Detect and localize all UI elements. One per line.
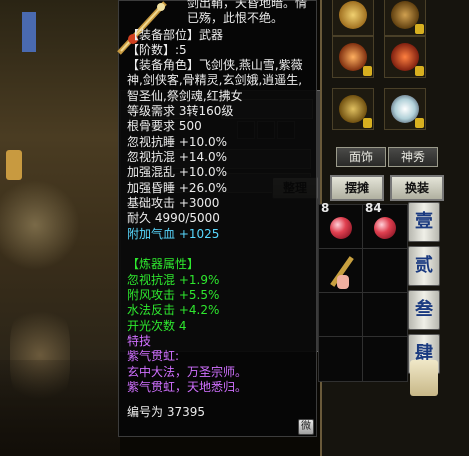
skill-name: 紫气贯虹: xyxy=(127,349,180,363)
inventory-cell[interactable]: 8 xyxy=(318,201,364,250)
stat-line: 忽视抗睡 +10.0% xyxy=(127,135,227,149)
tier-line: 【阶数】:5 xyxy=(127,43,187,57)
equipment-slot-helmet[interactable] xyxy=(332,0,374,36)
refine-stat: 附风攻击 +5.5% xyxy=(127,288,220,302)
bonus-stat-line: 附加气血 +1025 xyxy=(127,227,220,241)
equipment-slot-armor[interactable] xyxy=(384,36,426,78)
equip-roles-line: 【装备角色】飞剑侠,燕山雪,紫薇神,剑侠客,骨精灵,玄剑娥,逍遥生,智圣仙,祭剑… xyxy=(127,58,303,103)
equipment-slot-orb[interactable] xyxy=(384,88,426,130)
banner-decoration xyxy=(22,12,36,52)
inventory-cell[interactable] xyxy=(362,336,408,382)
red-orb-icon xyxy=(330,217,352,239)
item-description: 剑出鞘，天昏地暗。情已殇，此恨不绝。 xyxy=(187,0,308,26)
skill-description: 玄中大法，万圣宗师。紫气贯虹，天地悉归。 xyxy=(127,365,248,395)
refine-stat: 水法反击 +4.2% xyxy=(127,303,220,317)
equipment-slot-necklace[interactable] xyxy=(384,0,426,36)
lock-icon xyxy=(363,66,372,76)
helmet-icon xyxy=(339,1,367,29)
terrain-decoration xyxy=(0,180,80,270)
bag-tab-3[interactable]: 叁 xyxy=(408,290,440,330)
bone-requirement: 根骨要求 500 xyxy=(127,119,202,133)
lock-icon xyxy=(415,118,424,128)
refine-stat: 开光次数 4 xyxy=(127,319,187,333)
hand-cursor-icon xyxy=(337,275,349,289)
scroll-icon[interactable] xyxy=(410,360,438,396)
stall-button[interactable]: 摆摊 xyxy=(330,175,384,201)
inventory-cell[interactable] xyxy=(362,292,408,338)
durability-line: 耐久 4990/5000 xyxy=(127,211,220,225)
change-outfit-button[interactable]: 换装 xyxy=(390,175,444,201)
equipment-slot-ring[interactable] xyxy=(332,36,374,78)
inventory-cell[interactable]: 84 xyxy=(362,201,408,250)
equipment-slot-belt[interactable] xyxy=(332,88,374,130)
stat-line: 基础攻击 +3000 xyxy=(127,196,220,210)
tooltip-corner-icon[interactable]: 微 xyxy=(298,419,314,435)
lantern-decoration xyxy=(6,150,22,180)
serial-number: 编号为 37395 xyxy=(127,405,205,419)
item-count: 8 xyxy=(321,201,330,215)
red-orb-icon xyxy=(374,217,396,239)
lock-icon xyxy=(363,118,372,128)
bag-tab-1[interactable]: 壹 xyxy=(408,202,440,242)
lock-icon xyxy=(415,66,424,76)
inventory-cell[interactable] xyxy=(318,248,364,294)
level-requirement: 等级需求 3转160级 xyxy=(127,104,234,118)
refine-stat: 忽视抗混 +1.9% xyxy=(127,273,220,287)
equip-slot-line: 【装备部位】武器 xyxy=(127,28,224,42)
stat-line: 忽视抗混 +14.0% xyxy=(127,150,227,164)
stat-line: 加强昏睡 +26.0% xyxy=(127,181,227,195)
world-view xyxy=(0,0,120,456)
stat-line: 加强混乱 +10.0% xyxy=(127,165,227,179)
inventory-cell[interactable] xyxy=(362,248,408,294)
skill-header: 特技 xyxy=(127,334,152,348)
ground-shadow xyxy=(0,360,120,456)
inventory-cell[interactable] xyxy=(318,336,364,382)
item-tooltip: 剑出鞘，天昏地暗。情已殇，此恨不绝。 【装备部位】武器 【阶数】:5 【装备角色… xyxy=(117,0,317,437)
refine-header: 【炼器属性】 xyxy=(127,257,200,271)
inventory-cell[interactable] xyxy=(318,292,364,338)
tab-ornament[interactable]: 面饰 xyxy=(336,147,386,167)
item-count: 84 xyxy=(365,201,382,215)
bag-tab-2[interactable]: 贰 xyxy=(408,246,440,286)
tab-accessory[interactable]: 神秀 xyxy=(388,147,438,167)
lock-icon xyxy=(415,24,424,34)
